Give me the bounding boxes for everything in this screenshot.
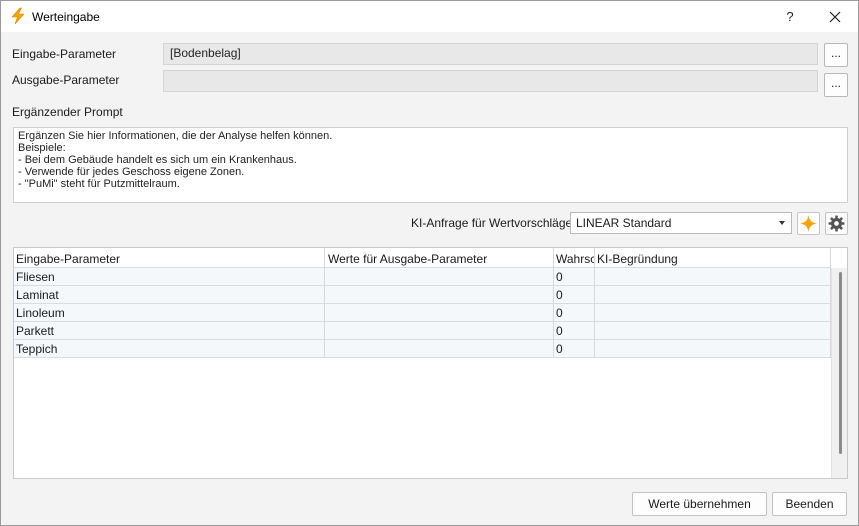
table-row[interactable]: Fliesen 0 bbox=[14, 268, 831, 286]
cell-ai-reason[interactable] bbox=[595, 268, 831, 286]
grid-vertical-scrollbar[interactable] bbox=[831, 268, 847, 478]
table-row[interactable]: Linoleum 0 bbox=[14, 304, 831, 322]
exit-button[interactable]: Beenden bbox=[772, 492, 847, 516]
cell-probability[interactable]: 0 bbox=[554, 268, 595, 286]
cell-input-param[interactable]: Linoleum bbox=[14, 304, 325, 322]
input-param-label: Eingabe-Parameter bbox=[12, 47, 117, 61]
input-param-field[interactable]: [Bodenbelag] bbox=[163, 43, 818, 65]
apply-values-button[interactable]: Werte übernehmen bbox=[632, 492, 767, 516]
dialog-window: Werteingabe ? Eingabe-Parameter [Bodenbe… bbox=[0, 0, 859, 526]
cell-output-value[interactable] bbox=[325, 304, 554, 322]
prompt-line: Beispiele: bbox=[18, 142, 66, 154]
sparkle-icon bbox=[800, 215, 817, 232]
column-header-input-param[interactable]: Eingabe-Parameter bbox=[14, 248, 325, 268]
cell-probability[interactable]: 0 bbox=[554, 322, 595, 340]
cell-output-value[interactable] bbox=[325, 268, 554, 286]
ai-request-label: KI-Anfrage für Wertvorschläge: bbox=[411, 216, 576, 230]
cell-output-value[interactable] bbox=[325, 286, 554, 304]
prompt-textarea[interactable]: Ergänzen Sie hier Informationen, die der… bbox=[13, 127, 848, 203]
cell-probability[interactable]: 0 bbox=[554, 304, 595, 322]
prompt-line: Ergänzen Sie hier Informationen, die der… bbox=[18, 130, 333, 142]
cell-ai-reason[interactable] bbox=[595, 322, 831, 340]
window-title: Werteingabe bbox=[32, 10, 100, 24]
help-button[interactable]: ? bbox=[768, 1, 812, 32]
close-icon bbox=[829, 11, 841, 22]
cell-input-param[interactable]: Parkett bbox=[14, 322, 325, 340]
grid-header: Eingabe-Parameter Werte für Ausgabe-Para… bbox=[14, 248, 831, 268]
cell-ai-reason[interactable] bbox=[595, 304, 831, 322]
cell-output-value[interactable] bbox=[325, 322, 554, 340]
output-param-browse-button[interactable]: ... bbox=[824, 73, 848, 97]
prompt-label: Ergänzender Prompt bbox=[12, 105, 123, 119]
chevron-down-icon bbox=[779, 221, 785, 225]
cell-input-param[interactable]: Teppich bbox=[14, 340, 325, 358]
column-header-output-values[interactable]: Werte für Ausgabe-Parameter bbox=[325, 248, 554, 268]
ai-settings-button[interactable] bbox=[825, 212, 848, 235]
cell-input-param[interactable]: Fliesen bbox=[14, 268, 325, 286]
lightning-icon bbox=[11, 7, 25, 25]
prompt-line: - Bei dem Gebäude handelt es sich um ein… bbox=[18, 154, 297, 166]
prompt-line: - Verwende für jedes Geschoss eigene Zon… bbox=[18, 166, 245, 178]
output-param-field[interactable] bbox=[163, 70, 818, 92]
cell-output-value[interactable] bbox=[325, 340, 554, 358]
ai-model-select[interactable]: LINEAR Standard bbox=[570, 212, 792, 234]
values-grid: Eingabe-Parameter Werte für Ausgabe-Para… bbox=[13, 247, 848, 479]
input-param-browse-button[interactable]: ... bbox=[824, 43, 848, 67]
prompt-line: - "PuMi" steht für Putzmittelraum. bbox=[18, 178, 180, 190]
cell-input-param[interactable]: Laminat bbox=[14, 286, 325, 304]
close-button[interactable] bbox=[813, 1, 857, 32]
scrollbar-thumb[interactable] bbox=[839, 272, 842, 454]
gear-icon bbox=[828, 215, 845, 232]
table-row[interactable]: Teppich 0 bbox=[14, 340, 831, 358]
cell-probability[interactable]: 0 bbox=[554, 340, 595, 358]
column-header-ai-reason[interactable]: KI-Begründung bbox=[595, 248, 831, 268]
table-row[interactable]: Laminat 0 bbox=[14, 286, 831, 304]
cell-ai-reason[interactable] bbox=[595, 286, 831, 304]
ai-model-selected-value: LINEAR Standard bbox=[576, 216, 672, 230]
ai-generate-button[interactable] bbox=[797, 212, 820, 235]
table-row[interactable]: Parkett 0 bbox=[14, 322, 831, 340]
column-header-probability[interactable]: Wahrscheinlichkeit bbox=[554, 248, 595, 268]
title-bar: Werteingabe ? bbox=[1, 1, 858, 32]
cell-probability[interactable]: 0 bbox=[554, 286, 595, 304]
cell-ai-reason[interactable] bbox=[595, 340, 831, 358]
output-param-label: Ausgabe-Parameter bbox=[12, 73, 120, 87]
